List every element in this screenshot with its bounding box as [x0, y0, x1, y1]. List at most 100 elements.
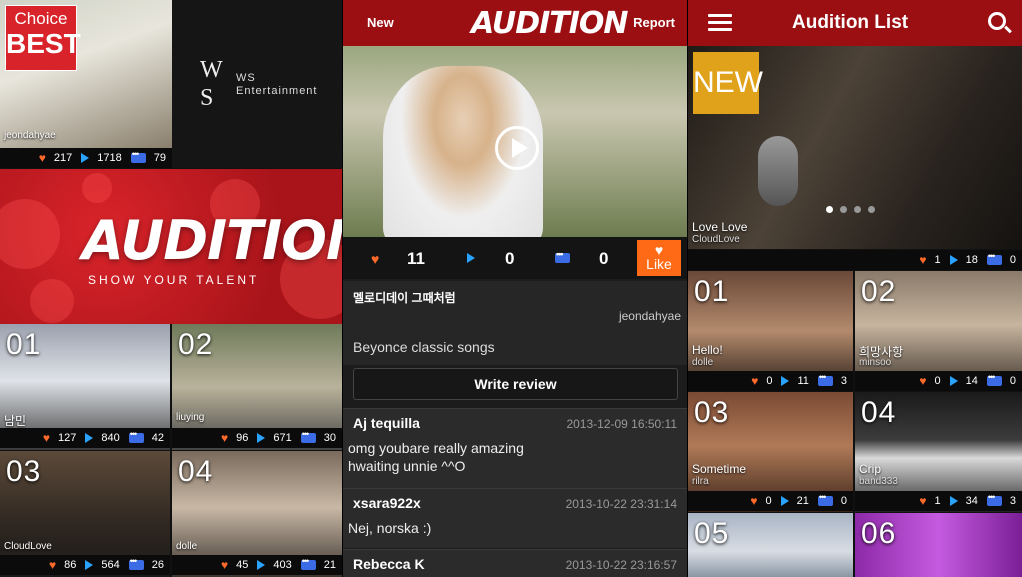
likes-count: 1 [934, 254, 941, 266]
comment-icon [817, 372, 833, 386]
plays-count: 840 [101, 432, 120, 444]
audition-list-panel: Audition List NEW Love Love CloudLove ♥ 1… [688, 0, 1022, 577]
app-logo: AUDITION [471, 6, 629, 41]
heart-icon: ♥ [919, 253, 927, 267]
heart-icon: ♥ [371, 251, 380, 267]
home-panel: jeondahyae Choice BEST ♥ 217 1718 79 W S … [0, 0, 342, 577]
video-player[interactable] [343, 46, 687, 237]
uploader[interactable]: jeondahyae [619, 309, 681, 323]
featured-user: jeondahyae [4, 130, 56, 141]
audition-item[interactable]: 02 liuying ♥ 96 671 30 [172, 324, 342, 450]
heart-icon: ♥ [221, 558, 229, 572]
audition-item[interactable]: 05 [688, 513, 853, 577]
banner-title: AUDITION [82, 209, 342, 272]
item-user: dolle [692, 357, 714, 368]
item-stats: ♥ 0 14 0 [855, 371, 1022, 391]
comments-count: 0 [1009, 254, 1016, 266]
item-number: 01 [6, 328, 42, 361]
play-icon [257, 560, 266, 570]
item-number: 02 [178, 328, 214, 361]
sponsor-logo[interactable]: W S WS Entertainment [172, 0, 342, 168]
play-icon [781, 376, 790, 386]
comment-icon [986, 492, 1002, 506]
audition-item[interactable]: 01 남민 ♥ 127 840 42 [0, 324, 170, 450]
play-icon [949, 496, 958, 506]
microphone-shape [758, 136, 798, 206]
comment-author[interactable]: xsara922x [353, 495, 421, 511]
description: Beyonce classic songs [353, 339, 495, 355]
detail-header: New AUDITION Report [343, 0, 687, 46]
audition-item[interactable]: 04 dolle ♥ 45 403 21 [172, 451, 342, 577]
song-title: 멜로디데이 그때처럼 [353, 291, 456, 305]
comment-icon [130, 149, 146, 163]
item-stats: ♥ 96 671 30 [172, 428, 342, 448]
menu-icon[interactable] [708, 14, 732, 32]
comments-count: 26 [151, 559, 164, 571]
comment-icon [128, 556, 144, 570]
item-title: Crip [859, 462, 882, 476]
audition-banner[interactable]: AUDITION SHOW YOUR TALENT [0, 169, 342, 324]
likes-count: 217 [53, 152, 73, 164]
comments-count: 0 [840, 495, 847, 507]
heart-icon: ♥ [919, 374, 927, 388]
comment-author[interactable]: Rebecca K [353, 556, 425, 572]
likes-count: 0 [934, 375, 941, 387]
likes-count: 45 [236, 559, 249, 571]
audition-item[interactable]: 02 희망사항 minsoo ♥0 14 0 [855, 271, 1022, 391]
play-icon [949, 376, 958, 386]
plays-count: 11 [797, 375, 809, 387]
like-button[interactable]: ♥ Like [637, 240, 681, 276]
write-review-button[interactable]: Write review [353, 368, 678, 400]
audition-item[interactable]: 01 Hello! dolle ♥ 0 11 3 [688, 271, 853, 391]
comments-count: 79 [153, 152, 166, 164]
item-user: CloudLove [4, 541, 52, 552]
audition-item[interactable]: 04 Crip band333 ♥ 1 34 3 [855, 392, 1022, 512]
plays-count: 14 [965, 375, 978, 387]
audition-item[interactable]: 03 Sometime rilra ♥ 0 21 0 [688, 392, 853, 512]
item-user: band333 [859, 476, 898, 487]
item-number: 04 [178, 455, 214, 488]
banner-subtitle: SHOW YOUR TALENT [88, 273, 260, 287]
ws-logo-mark: W S [200, 57, 223, 111]
audition-item[interactable]: 03 CloudLove ♥ 86 564 26 [0, 451, 170, 577]
item-number: 06 [861, 517, 897, 550]
heart-icon: ♥ [750, 494, 758, 508]
hero-title: Love Love [692, 220, 748, 234]
comments-count: 0 [1009, 375, 1016, 387]
comments-count: 3 [1009, 495, 1016, 507]
likes-count: 1 [934, 495, 941, 507]
likes-count: 0 [765, 495, 772, 507]
comment-icon [300, 429, 316, 443]
item-number: 03 [6, 455, 42, 488]
plays-count: 1718 [97, 152, 122, 164]
comment-author[interactable]: Aj tequilla [353, 415, 420, 431]
play-icon [85, 560, 94, 570]
comments-count: 42 [151, 432, 164, 444]
item-stats: ♥ 86 564 26 [0, 555, 170, 575]
search-icon[interactable] [988, 12, 1006, 30]
plays-count: 403 [273, 559, 292, 571]
play-button-icon[interactable] [495, 126, 539, 170]
plays-count: 34 [965, 495, 978, 507]
carousel-dots[interactable] [826, 206, 875, 213]
likes-count: 0 [766, 375, 773, 387]
item-stats: ♥ 0 11 3 [688, 371, 853, 391]
plays-count: 18 [965, 254, 978, 266]
play-icon [85, 433, 94, 443]
new-button[interactable]: New [367, 15, 394, 30]
comment-item: xsara922x 2013-10-22 23:31:14 Nej, norsk… [343, 488, 687, 548]
play-icon [81, 153, 90, 163]
report-button[interactable]: Report [633, 15, 675, 30]
item-number: 02 [861, 275, 897, 308]
audition-item[interactable]: 06 [855, 513, 1022, 577]
list-header: Audition List [688, 0, 1022, 46]
item-stats: ♥ 1 34 3 [855, 491, 1022, 511]
video-info: 멜로디데이 그때처럼 jeondahyae Beyonce classic so… [343, 281, 687, 365]
like-label: Like [646, 256, 672, 272]
plays-count: 0 [505, 249, 515, 268]
plays-count: 671 [273, 432, 292, 444]
hero-video[interactable]: NEW Love Love CloudLove [688, 46, 1022, 249]
video-detail-panel: New AUDITION Report ♥ 11 0 0 ♥ Like 멜로디데… [343, 0, 687, 577]
comment-icon [128, 429, 144, 443]
comment-date: 2013-10-22 23:16:57 [565, 558, 677, 572]
